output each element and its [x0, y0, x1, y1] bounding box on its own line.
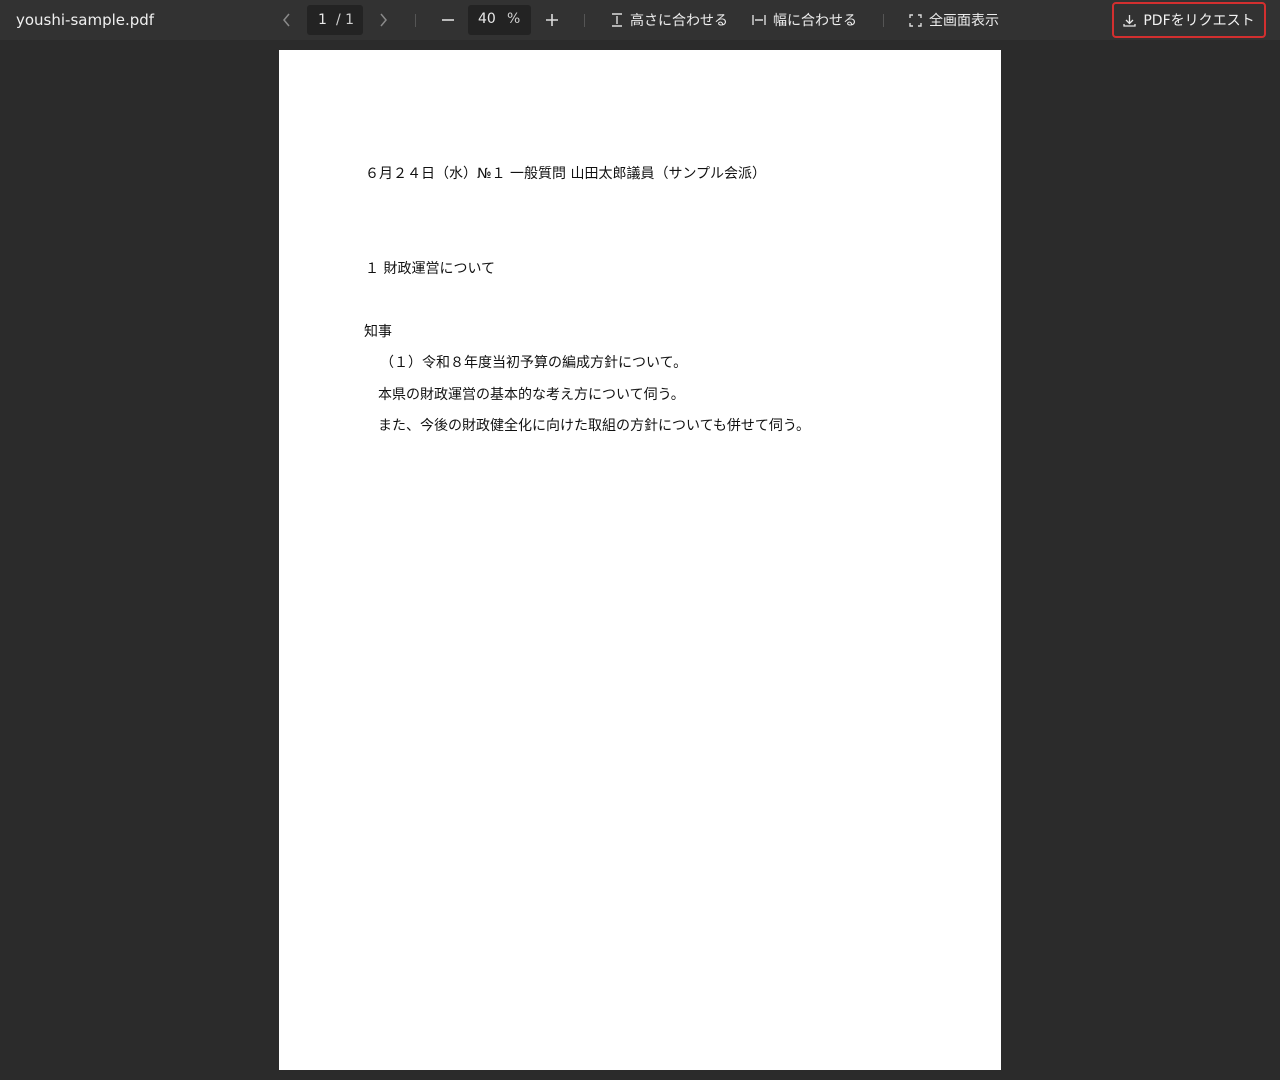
toolbar-divider: [883, 14, 884, 27]
request-pdf-button[interactable]: PDFをリクエスト: [1112, 2, 1266, 38]
fit-height-label: 高さに合わせる: [630, 13, 728, 29]
fit-height-icon: [612, 13, 622, 27]
fit-width-label: 幅に合わせる: [773, 13, 857, 29]
page-number-field[interactable]: 1 / 1: [307, 5, 363, 35]
page-current-input[interactable]: 1: [318, 12, 327, 28]
zoom-percent-sign: %: [507, 11, 521, 27]
body-line: 本県の財政運営の基本的な考え方について伺う。: [378, 387, 685, 403]
toolbar-divider: [415, 14, 416, 27]
pdf-page: ６月２４日（水）№１ 一般質問 山田太郎議員（サンプル会派） １ 財政運営につい…: [279, 50, 1001, 1070]
item-title: （１）令和８年度当初予算の編成方針について。: [380, 355, 688, 371]
fit-width-icon: [752, 15, 766, 25]
fit-height-button[interactable]: 高さに合わせる: [611, 10, 728, 30]
document-viewer[interactable]: ６月２４日（水）№１ 一般質問 山田太郎議員（サンプル会派） １ 財政運営につい…: [0, 40, 1280, 1080]
request-pdf-label: PDFをリクエスト: [1143, 13, 1255, 29]
zoom-in-button[interactable]: [540, 5, 564, 35]
zoom-input[interactable]: 40: [478, 11, 496, 27]
fullscreen-icon: [909, 13, 922, 27]
page-total: / 1: [336, 12, 355, 28]
fullscreen-button[interactable]: 全画面表示: [909, 10, 999, 30]
pdf-toolbar: youshi-sample.pdf 1 / 1 40 % 高さに合わせる 幅に合…: [0, 0, 1280, 40]
chevron-left-icon: [283, 13, 290, 27]
next-page-button[interactable]: [371, 5, 395, 35]
plus-icon: [546, 14, 558, 26]
document-header: ６月２４日（水）№１ 一般質問 山田太郎議員（サンプル会派）: [365, 166, 767, 182]
fit-width-button[interactable]: 幅に合わせる: [752, 10, 857, 30]
fullscreen-label: 全画面表示: [929, 13, 999, 29]
prev-page-button[interactable]: [275, 5, 299, 35]
toolbar-divider: [584, 14, 585, 27]
zoom-out-button[interactable]: [436, 5, 460, 35]
section-title: １ 財政運営について: [365, 261, 496, 277]
download-icon: [1123, 14, 1137, 27]
body-line: また、今後の財政健全化に向けた取組の方針についても併せて伺う。: [378, 418, 811, 434]
minus-icon: [442, 19, 454, 21]
zoom-field[interactable]: 40 %: [468, 5, 531, 35]
addressee: 知事: [364, 324, 392, 340]
chevron-right-icon: [380, 13, 387, 27]
file-name: youshi-sample.pdf: [16, 11, 155, 29]
